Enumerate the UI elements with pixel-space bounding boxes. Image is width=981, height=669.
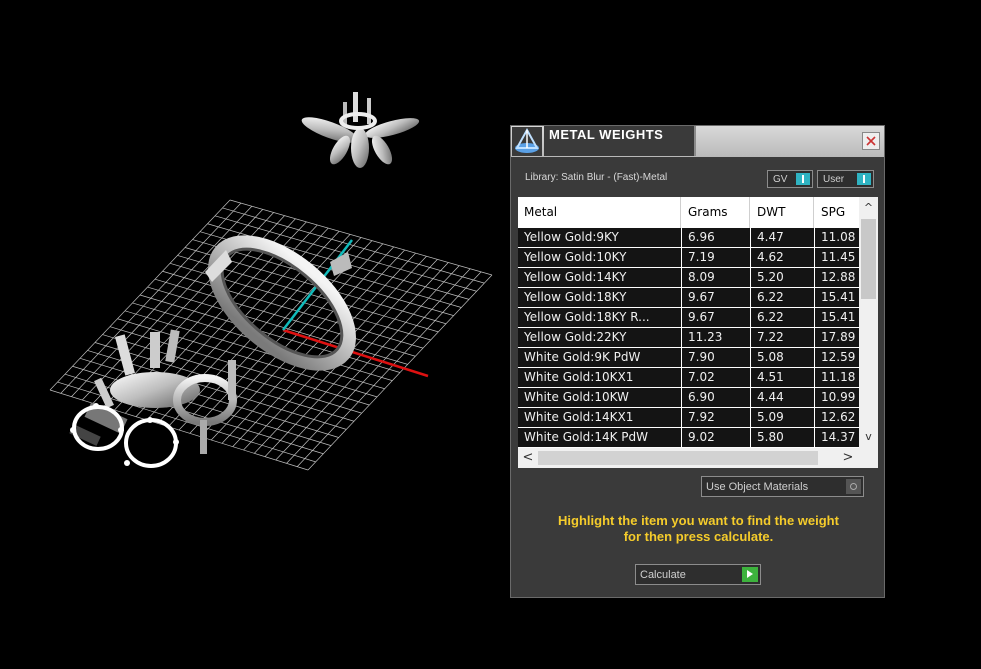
dialog-title: METAL WEIGHTS (549, 127, 664, 142)
metal-cell: White Gold:10KW (518, 388, 681, 407)
metal-cell: White Gold:10KX1 (518, 368, 681, 387)
dialog-titlebar[interactable]: METAL WEIGHTS (511, 126, 884, 157)
column-header-metal[interactable]: Metal (518, 197, 681, 228)
scroll-thumb[interactable] (861, 219, 876, 299)
grams-cell: 7.92 (682, 408, 750, 427)
metal-weights-dialog: METAL WEIGHTS Library: Satin Blur - (Fas… (510, 125, 885, 598)
dwt-cell: 7.22 (751, 328, 814, 347)
dwt-cell: 5.80 (751, 428, 814, 447)
scroll-right-icon[interactable]: > (838, 448, 858, 468)
grams-cell: 9.67 (682, 308, 750, 327)
metal-cell: Yellow Gold:18KY (518, 288, 681, 307)
table-row[interactable]: White Gold:10KW 6.90 4.44 10.99 (518, 388, 859, 408)
gv-toggle[interactable]: GV (767, 170, 813, 188)
toggle-indicator-icon (796, 173, 810, 185)
grams-cell: 7.90 (682, 348, 750, 367)
grams-cell: 7.02 (682, 368, 750, 387)
spg-cell: 14.37 (815, 428, 859, 447)
scroll-corner (859, 448, 878, 468)
metal-table: Metal Grams DWT SPG Yellow Gold:9KY 6.96 4… (518, 197, 878, 468)
spg-cell: 11.45 (815, 248, 859, 267)
instruction-line-1: Highlight the item you want to find the … (558, 513, 839, 528)
metal-cell: White Gold:14KX1 (518, 408, 681, 427)
grams-cell: 7.19 (682, 248, 750, 267)
dwt-cell: 4.51 (751, 368, 814, 387)
metal-cell: White Gold:14K PdW (518, 428, 681, 447)
table-body: Yellow Gold:9KY 6.96 4.47 11.08 Yellow Gold:… (518, 228, 859, 448)
spg-cell: 12.59 (815, 348, 859, 367)
grams-cell: 6.96 (682, 228, 750, 247)
dwt-cell: 4.47 (751, 228, 814, 247)
calculate-label: Calculate (640, 569, 686, 581)
ring-band-model (205, 235, 356, 371)
dwt-cell: 5.20 (751, 268, 814, 287)
scroll-up-icon[interactable]: ^ (859, 199, 878, 217)
metal-cell: Yellow Gold:10KY (518, 248, 681, 267)
grams-cell: 8.09 (682, 268, 750, 287)
vertical-scrollbar[interactable]: ^ v (859, 197, 878, 448)
spg-cell: 10.99 (815, 388, 859, 407)
scroll-thumb[interactable] (538, 451, 818, 465)
library-label: Library: Satin Blur - (Fast)-Metal (525, 172, 668, 183)
grid-line (210, 246, 395, 441)
instruction-line-2: for then press calculate. (623, 529, 774, 544)
metal-cell: Yellow Gold:22KY (518, 328, 681, 347)
table-row[interactable]: White Gold:14KX1 7.92 5.09 12.62 (518, 408, 859, 428)
spg-cell: 12.62 (815, 408, 859, 427)
table-row[interactable]: Yellow Gold:18KY 9.67 6.22 15.41 (518, 288, 859, 308)
grams-cell: 9.02 (682, 428, 750, 447)
gv-toggle-label: GV (773, 174, 788, 185)
calculate-button[interactable]: Calculate (635, 564, 761, 585)
use-object-materials-label: Use Object Materials (706, 481, 809, 493)
grams-cell: 9.67 (682, 288, 750, 307)
spg-cell: 12.88 (815, 268, 859, 287)
table-header: Metal Grams DWT SPG (518, 197, 859, 228)
play-icon (742, 567, 758, 582)
spg-cell: 15.41 (815, 308, 859, 327)
table-row[interactable]: Yellow Gold:14KY 8.09 5.20 12.88 (518, 268, 859, 288)
table-row[interactable]: Yellow Gold:9KY 6.96 4.47 11.08 (518, 228, 859, 248)
scroll-left-icon[interactable]: < (518, 448, 538, 468)
close-icon (866, 136, 876, 146)
table-row[interactable]: Yellow Gold:18KY R... 9.67 6.22 15.41 (518, 308, 859, 328)
flower-setting-model (301, 92, 420, 168)
user-toggle-label: User (823, 174, 845, 185)
table-row[interactable]: Yellow Gold:22KY 11.23 7.22 17.89 (518, 328, 859, 348)
prong-setting-model (69, 329, 237, 468)
column-header-grams[interactable]: Grams (682, 197, 750, 228)
table-row[interactable]: White Gold:9K PdW 7.90 5.08 12.59 (518, 348, 859, 368)
table-row[interactable]: White Gold:10KX1 7.02 4.51 11.18 (518, 368, 859, 388)
column-header-spg[interactable]: SPG (815, 197, 859, 228)
grams-cell: 6.90 (682, 388, 750, 407)
dwt-cell: 4.62 (751, 248, 814, 267)
table-row[interactable]: White Gold:14K PdW 9.02 5.80 14.37 (518, 428, 859, 448)
dwt-cell: 5.08 (751, 348, 814, 367)
grams-cell: 11.23 (682, 328, 750, 347)
app-logo-icon (512, 127, 542, 156)
spg-cell: 17.89 (815, 328, 859, 347)
spg-cell: 11.08 (815, 228, 859, 247)
dwt-cell: 6.22 (751, 308, 814, 327)
dwt-cell: 6.22 (751, 288, 814, 307)
use-object-materials-button[interactable]: Use Object Materials (701, 476, 864, 497)
metal-cell: Yellow Gold:9KY (518, 228, 681, 247)
spg-cell: 15.41 (815, 288, 859, 307)
spg-cell: 11.18 (815, 368, 859, 387)
radio-indicator-icon (846, 479, 861, 494)
scroll-down-icon[interactable]: v (859, 428, 878, 446)
user-toggle[interactable]: User (817, 170, 874, 188)
metal-cell: Yellow Gold:14KY (518, 268, 681, 287)
metal-cell: Yellow Gold:18KY R... (518, 308, 681, 327)
instruction-text: Highlight the item you want to find the … (521, 513, 876, 545)
close-button[interactable] (862, 132, 880, 150)
metal-cell: White Gold:9K PdW (518, 348, 681, 367)
toggle-indicator-icon (857, 173, 871, 185)
column-header-dwt[interactable]: DWT (751, 197, 814, 228)
horizontal-scrollbar[interactable]: < > (518, 448, 878, 468)
table-row[interactable]: Yellow Gold:10KY 7.19 4.62 11.45 (518, 248, 859, 268)
dwt-cell: 4.44 (751, 388, 814, 407)
dwt-cell: 5.09 (751, 408, 814, 427)
